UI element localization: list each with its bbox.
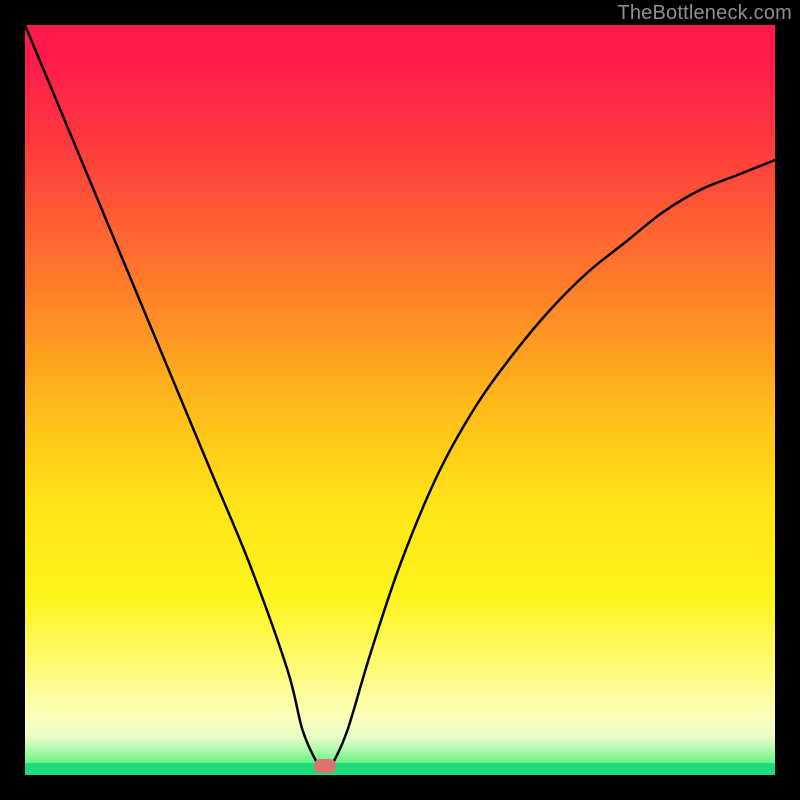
optimum-marker xyxy=(314,759,336,773)
bottleneck-curve xyxy=(25,25,775,775)
chart-plot-area xyxy=(25,25,775,775)
watermark-text: TheBottleneck.com xyxy=(617,2,792,25)
curve-path xyxy=(25,25,775,771)
